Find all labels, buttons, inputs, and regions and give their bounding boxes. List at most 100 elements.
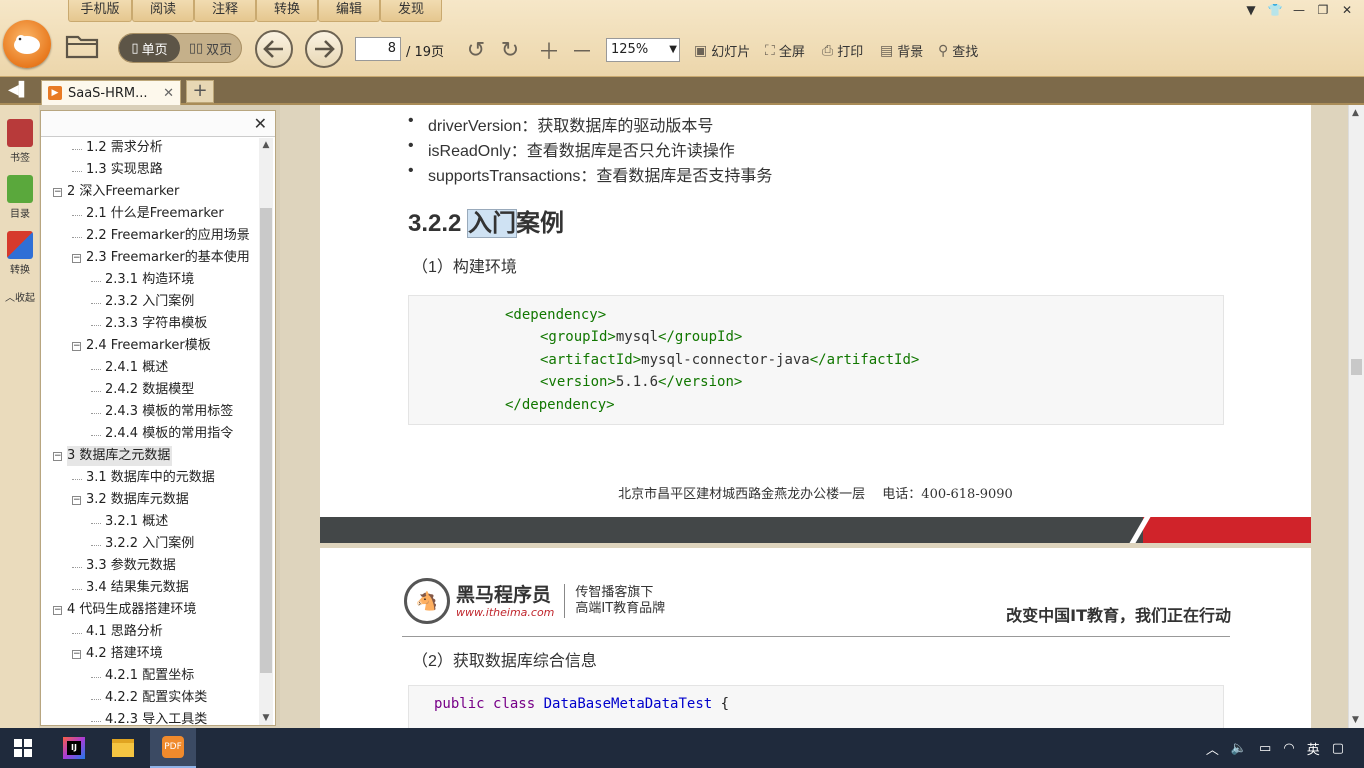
dropdown-icon[interactable]: ▼ — [1242, 2, 1260, 18]
restore-icon[interactable]: ❐ — [1314, 2, 1332, 18]
taskbar-intellij[interactable]: IJ — [51, 728, 97, 768]
chevron-up-icon[interactable]: ︿ — [1206, 739, 1219, 758]
collapse-toggle-icon[interactable]: − — [53, 452, 62, 461]
next-page-button[interactable] — [305, 30, 343, 68]
tree-item[interactable]: 2.4 Freemarker模板 — [86, 336, 211, 356]
zoom-select[interactable]: 125% ▼ — [606, 38, 680, 62]
close-icon[interactable]: ✕ — [1338, 2, 1356, 18]
menu-tab-annotate[interactable]: 注释 — [194, 0, 256, 22]
scroll-up-icon[interactable]: ▲ — [259, 140, 273, 150]
print-button[interactable]: ⎙ 打印 — [822, 41, 863, 61]
menu-tab-mobile[interactable]: 手机版 — [68, 0, 132, 22]
menu-tab-convert[interactable]: 转换 — [256, 0, 318, 22]
tree-item[interactable]: 2.4.4 模板的常用指令 — [105, 424, 233, 444]
collapse-toggle-icon[interactable]: − — [72, 496, 81, 505]
tree-item[interactable]: 4.2.1 配置坐标 — [105, 666, 194, 686]
prev-page-button[interactable] — [255, 30, 293, 68]
tab-document[interactable]: ▶ SaaS-HRM... ✕ — [41, 80, 181, 105]
tree-item[interactable]: 3 数据库之元数据 — [67, 446, 173, 466]
scroll-down-icon[interactable]: ▼ — [1352, 715, 1359, 725]
page-number-input[interactable]: 8 — [355, 37, 401, 61]
minimize-icon[interactable]: — — [1290, 2, 1308, 18]
bookmark-button[interactable]: 书签 — [4, 119, 36, 164]
close-tab-icon[interactable]: ✕ — [163, 86, 174, 101]
double-page-button[interactable]: ▯▯ 双页 — [180, 34, 241, 62]
page-icon: ▯ — [131, 40, 139, 56]
taskbar-file-explorer[interactable] — [100, 728, 146, 768]
background-button[interactable]: ▤ 背景 — [880, 41, 923, 61]
tree-connector — [72, 633, 82, 634]
tree-item[interactable]: 1.3 实现思路 — [86, 160, 163, 180]
rotate-left-icon[interactable]: ↺ — [464, 38, 488, 63]
outline-scrollbar[interactable]: ▲ ▼ — [259, 138, 273, 725]
tree-item[interactable]: 4.2 搭建环境 — [86, 644, 163, 664]
toc-button[interactable]: 目录 — [4, 175, 36, 220]
scroll-thumb[interactable] — [260, 208, 272, 673]
tree-item[interactable]: 4.2.3 导入工具类 — [105, 710, 207, 725]
document-viewport: driverVersion：获取数据库的驱动版本号 isReadOnly：查看数… — [280, 105, 1348, 728]
tree-item[interactable]: 1.2 需求分析 — [86, 138, 163, 158]
collapse-toggle-icon[interactable]: − — [72, 650, 81, 659]
collapse-sidebar-icon[interactable]: ◀▌ — [8, 82, 30, 98]
scroll-up-icon[interactable]: ▲ — [1352, 108, 1359, 118]
tree-item[interactable]: 3.4 结果集元数据 — [86, 578, 189, 598]
heading-number: 3.2.2 — [408, 210, 469, 237]
battery-icon[interactable]: ▭ — [1259, 741, 1271, 756]
footer-accent — [1143, 517, 1311, 543]
tree-item[interactable]: 3.2 数据库元数据 — [86, 490, 189, 510]
rotate-right-icon[interactable]: ↻ — [498, 38, 522, 63]
brand-header: 🐴 黑马程序员 www.itheima.com 传智播客旗下 高端IT教育品牌 — [404, 578, 665, 624]
scroll-down-icon[interactable]: ▼ — [259, 713, 273, 723]
new-tab-button[interactable]: + — [186, 80, 214, 103]
windows-icon — [14, 739, 32, 757]
highlighted-text[interactable]: 入门 — [467, 209, 518, 238]
tree-item[interactable]: 2.3.1 构造环境 — [105, 270, 194, 290]
wifi-icon[interactable]: ◠ — [1283, 741, 1294, 756]
menu-tab-read[interactable]: 阅读 — [132, 0, 194, 22]
tree-item[interactable]: 4.1 思路分析 — [86, 622, 163, 642]
menu-tab-discover[interactable]: 发现 — [380, 0, 442, 22]
page-total: / 19页 — [406, 45, 445, 60]
start-button[interactable] — [0, 728, 46, 768]
tree-item[interactable]: 2.3.3 字符串模板 — [105, 314, 207, 334]
ime-indicator[interactable]: 英 — [1307, 739, 1320, 758]
document-page: 🐴 黑马程序员 www.itheima.com 传智播客旗下 高端IT教育品牌 … — [320, 548, 1311, 728]
collapse-toggle-icon[interactable]: − — [72, 254, 81, 263]
zoom-in-icon[interactable]: ＋ — [537, 38, 561, 65]
tree-item[interactable]: 4 代码生成器搭建环境 — [67, 600, 196, 620]
tree-item[interactable]: 3.2.2 入门案例 — [105, 534, 194, 554]
tree-item[interactable]: 3.3 参数元数据 — [86, 556, 176, 576]
notification-icon[interactable]: ▢ — [1332, 741, 1344, 756]
collapse-button[interactable]: ︿收起 — [4, 289, 36, 304]
collapse-toggle-icon[interactable]: − — [53, 188, 62, 197]
zoom-out-icon[interactable]: － — [570, 38, 594, 65]
slideshow-button[interactable]: ▣ 幻灯片 — [694, 41, 750, 61]
close-icon[interactable]: ✕ — [254, 114, 267, 133]
tree-item[interactable]: 2.2 Freemarker的应用场景 — [86, 226, 250, 246]
tree-item[interactable]: 2 深入Freemarker — [67, 182, 179, 202]
convert-button[interactable]: 转换 — [4, 231, 36, 276]
app-logo[interactable] — [3, 20, 51, 68]
skin-icon[interactable]: 👕 — [1266, 2, 1284, 18]
tree-item[interactable]: 2.1 什么是Freemarker — [86, 204, 224, 224]
fullscreen-button[interactable]: ⛶ 全屏 — [765, 41, 805, 61]
collapse-toggle-icon[interactable]: − — [53, 606, 62, 615]
taskbar-pdf-reader[interactable]: PDF — [150, 728, 196, 768]
tree-item[interactable]: 2.3 Freemarker的基本使用 — [86, 248, 250, 268]
scroll-thumb[interactable] — [1351, 359, 1362, 375]
volume-icon[interactable]: 🔈 — [1231, 741, 1247, 756]
single-page-button[interactable]: ▯ 单页 — [119, 34, 180, 62]
tree-item[interactable]: 3.2.1 概述 — [105, 512, 168, 532]
collapse-toggle-icon[interactable]: − — [72, 342, 81, 351]
tree-item[interactable]: 2.4.1 概述 — [105, 358, 168, 378]
tree-item[interactable]: 2.4.2 数据模型 — [105, 380, 194, 400]
document-scrollbar[interactable]: ▲ ▼ — [1348, 105, 1364, 728]
printer-icon: ⎙ — [822, 42, 834, 59]
tree-item[interactable]: 2.4.3 模板的常用标签 — [105, 402, 233, 422]
tree-item[interactable]: 4.2.2 配置实体类 — [105, 688, 207, 708]
open-folder-icon[interactable] — [65, 33, 99, 59]
tree-item[interactable]: 2.3.2 入门案例 — [105, 292, 194, 312]
menu-tab-edit[interactable]: 编辑 — [318, 0, 380, 22]
tree-item[interactable]: 3.1 数据库中的元数据 — [86, 468, 215, 488]
find-button[interactable]: ⚲ 查找 — [938, 41, 978, 61]
